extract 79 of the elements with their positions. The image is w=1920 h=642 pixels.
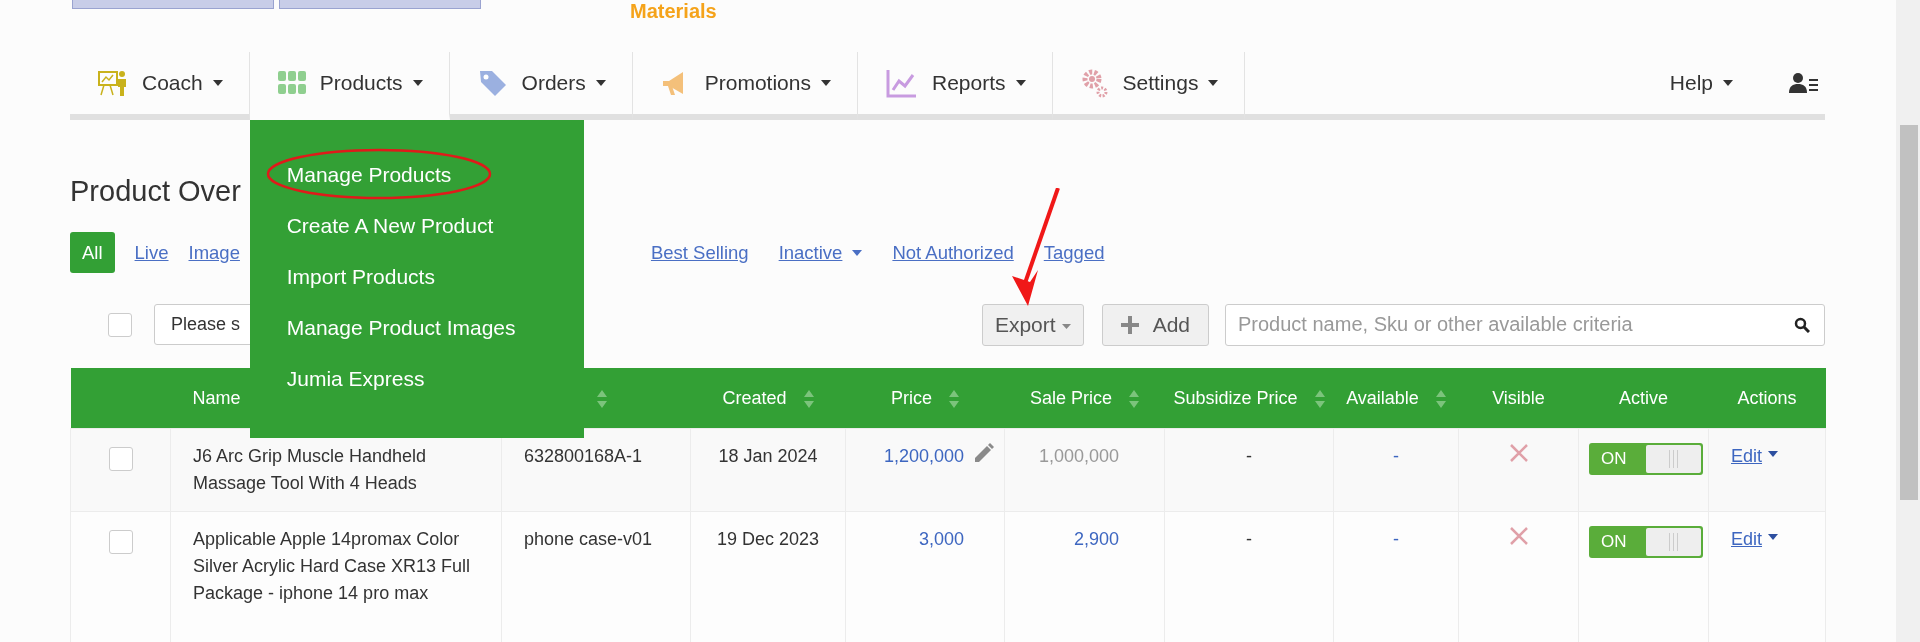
nav-item[interactable]: Coach xyxy=(70,52,250,120)
caret-icon xyxy=(1768,450,1779,457)
sort-icon[interactable] xyxy=(1435,389,1446,408)
select-all-checkbox[interactable] xyxy=(108,312,132,337)
sort-icon[interactable] xyxy=(597,389,607,408)
available-link[interactable]: - xyxy=(1393,446,1399,466)
active-toggle[interactable]: ON xyxy=(1589,443,1703,475)
filter-tab[interactable]: All xyxy=(70,232,115,273)
presentation-icon xyxy=(98,69,128,97)
menu-item[interactable]: Manage Products xyxy=(249,159,584,210)
sale-price: 1,000,000 xyxy=(1038,446,1119,466)
search-box[interactable]: Product name, Sku or other available criteria xyxy=(1225,303,1825,346)
sort-icon[interactable] xyxy=(949,389,959,408)
column-header[interactable]: Visible xyxy=(1492,387,1545,408)
plus-icon xyxy=(1120,315,1139,334)
column-header[interactable]: Name xyxy=(192,387,241,408)
subsidize-price: - xyxy=(1246,529,1252,549)
menu-item[interactable]: Create A New Product xyxy=(249,210,584,261)
user-list-icon[interactable] xyxy=(1789,72,1819,94)
caret-icon xyxy=(1723,80,1733,86)
column-header[interactable]: Sale Price xyxy=(1029,387,1112,408)
column-header[interactable]: Actions xyxy=(1737,387,1797,408)
sort-icon[interactable] xyxy=(1129,389,1140,408)
line-chart-icon xyxy=(886,68,918,98)
sku-text: 632800168A-1 xyxy=(524,446,643,466)
caret-icon xyxy=(1768,533,1779,540)
tag-icon xyxy=(477,68,508,98)
caret-icon xyxy=(1061,324,1071,329)
nav-item[interactable]: Reports xyxy=(858,52,1053,120)
help-menu[interactable]: Help xyxy=(1641,52,1759,120)
caret-icon xyxy=(821,80,831,86)
filter-tab[interactable]: Best Selling xyxy=(650,241,749,264)
price-link[interactable]: 1,200,000 xyxy=(883,446,964,466)
row-checkbox[interactable] xyxy=(108,530,133,554)
filter-tab[interactable]: Tagged xyxy=(1043,241,1105,264)
menu-item[interactable]: Jumia Express xyxy=(249,363,584,414)
sku-text: phone case-v01 xyxy=(524,529,653,549)
add-button[interactable]: Add xyxy=(1101,303,1209,346)
nav-item[interactable]: Settings xyxy=(1052,52,1246,120)
created-date: 18 Jan 2024 xyxy=(718,446,818,466)
edit-link[interactable]: Edit xyxy=(1731,526,1779,553)
row-checkbox[interactable] xyxy=(108,447,133,471)
nav-item[interactable]: Promotions xyxy=(632,52,858,120)
product-name: J6 Arc Grip Muscle Handheld Massage Tool With 4 Heads xyxy=(193,446,427,493)
column-header[interactable]: Active xyxy=(1619,387,1668,408)
active-toggle[interactable]: ON xyxy=(1589,526,1703,558)
column-header[interactable]: Available xyxy=(1346,387,1419,408)
nav-item[interactable]: Orders xyxy=(449,52,633,120)
caret-icon xyxy=(595,80,606,86)
subsidize-price: - xyxy=(1246,446,1252,466)
grid-icon xyxy=(277,71,306,95)
export-button[interactable]: Export xyxy=(981,303,1084,346)
price-link[interactable]: 3,000 xyxy=(918,529,964,549)
caret-icon xyxy=(1015,80,1026,86)
scrollbar[interactable] xyxy=(1896,0,1920,642)
sort-icon[interactable] xyxy=(1314,389,1325,408)
caret-icon xyxy=(412,80,423,86)
column-header[interactable]: Created xyxy=(722,387,787,408)
created-date: 19 Dec 2023 xyxy=(716,529,820,549)
caret-icon xyxy=(212,80,223,86)
sort-icon[interactable] xyxy=(803,389,814,408)
menu-item[interactable]: Manage Product Images xyxy=(249,312,584,363)
menu-item[interactable]: Import Products xyxy=(249,261,584,312)
search-icon xyxy=(1794,316,1810,333)
filter-tab[interactable]: Live xyxy=(134,241,169,264)
caret-icon xyxy=(1208,80,1219,86)
available-link[interactable]: - xyxy=(1393,529,1399,549)
gears-icon xyxy=(1080,68,1109,98)
brand-text: Materials xyxy=(630,0,717,23)
sale-price[interactable]: 2,900 xyxy=(1073,529,1119,549)
filter-tab[interactable]: Image xyxy=(188,241,240,264)
filter-tab[interactable]: Not Authorized xyxy=(892,241,1014,264)
pencil-icon[interactable] xyxy=(972,443,994,465)
search-field[interactable]: Product name, Sku or other available criteria xyxy=(1236,312,1794,337)
page-title: Product Over xyxy=(70,174,241,209)
filter-tab[interactable]: Inactive xyxy=(778,241,863,264)
edit-link[interactable]: Edit xyxy=(1731,443,1779,470)
column-header[interactable]: Price xyxy=(891,387,932,408)
product-name: Applicable Apple 14promax Color Silver Acrylic Hard Case XR13 Full Package - iphone 14 pro max xyxy=(193,529,471,603)
